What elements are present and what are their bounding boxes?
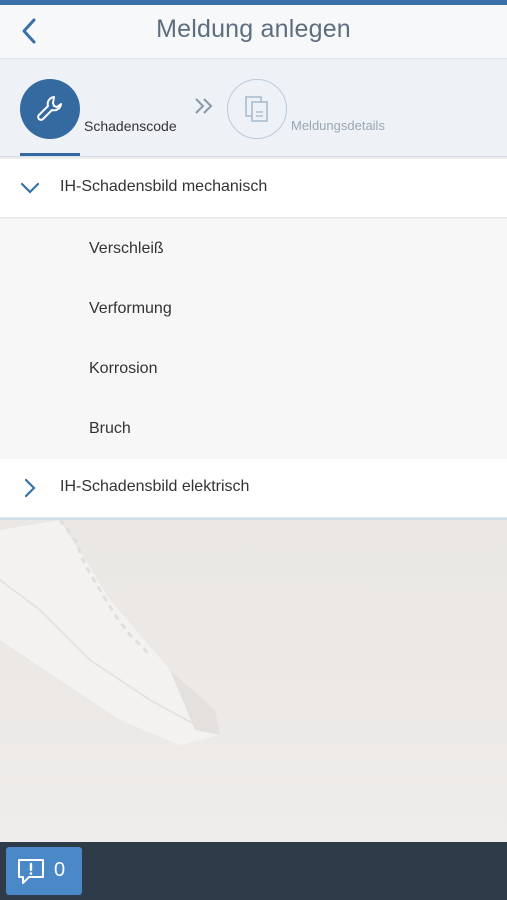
chevron-right-icon bbox=[24, 478, 36, 498]
step-meldungsdetails-button[interactable] bbox=[227, 79, 287, 139]
footer-bar: 0 bbox=[0, 842, 507, 900]
group-label: IH-Schadensbild elektrisch bbox=[60, 478, 250, 495]
subitem-list: Verschleiß Verformung Korrosion Bruch bbox=[0, 219, 507, 459]
group-elektrisch[interactable]: IH-Schadensbild elektrisch bbox=[0, 459, 507, 518]
list-item-korrosion[interactable]: Korrosion bbox=[89, 360, 157, 378]
message-alert-icon bbox=[18, 859, 44, 884]
step-schadenscode-button[interactable] bbox=[20, 79, 80, 139]
step-meldungsdetails-label: Meldungsdetails bbox=[291, 118, 385, 133]
background-image bbox=[0, 520, 507, 842]
chevron-down-icon bbox=[20, 182, 40, 194]
active-step-indicator bbox=[20, 153, 80, 156]
step-schadenscode-label: Schadenscode bbox=[84, 118, 177, 134]
double-chevron-right-icon bbox=[195, 98, 213, 114]
group-mechanisch[interactable]: IH-Schadensbild mechanisch bbox=[0, 159, 507, 218]
wizard-steps: Schadenscode Meldungsdetails bbox=[0, 59, 507, 157]
list-item-bruch[interactable]: Bruch bbox=[89, 420, 131, 438]
tool-background-illustration bbox=[0, 520, 220, 745]
group-label: IH-Schadensbild mechanisch bbox=[60, 178, 268, 195]
message-count: 0 bbox=[54, 859, 66, 881]
messages-button[interactable]: 0 bbox=[6, 847, 82, 895]
list-item-verschleiss[interactable]: Verschleiß bbox=[89, 240, 164, 258]
wrench-icon bbox=[37, 96, 62, 121]
page-title: Meldung anlegen bbox=[156, 15, 351, 43]
documents-icon bbox=[245, 96, 268, 122]
list-item-verformung[interactable]: Verformung bbox=[89, 300, 172, 318]
app-header: Meldung anlegen bbox=[0, 5, 507, 59]
